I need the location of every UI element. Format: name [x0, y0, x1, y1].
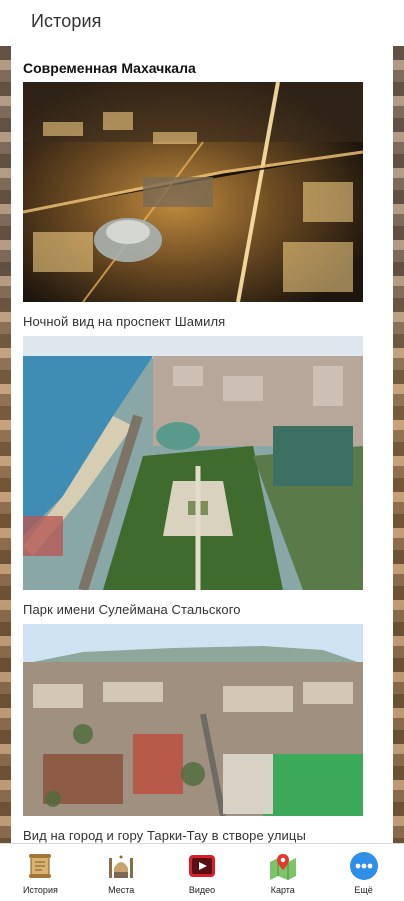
- map-pin-icon: [268, 851, 298, 881]
- nav-label: Ещё: [354, 885, 373, 895]
- content-card[interactable]: Современная Махачкала Ночной вид на прос…: [11, 46, 393, 843]
- photo-caption: Вид на город и гору Тарки-Тау в створе у…: [23, 828, 306, 843]
- bottom-navigation: История Места Видео Карта Ещё: [0, 843, 404, 901]
- nav-label: История: [22, 885, 58, 895]
- photo-caption: Ночной вид на проспект Шамиля: [23, 314, 226, 329]
- nav-item-history[interactable]: История: [0, 844, 81, 901]
- youtube-icon: [187, 851, 217, 881]
- nav-label: Места: [108, 885, 135, 895]
- section-title: Современная Махачкала: [23, 60, 196, 76]
- background-photo-right-edge: [393, 46, 404, 843]
- scroll-icon: [25, 851, 55, 881]
- nav-item-map[interactable]: Карта: [242, 844, 323, 901]
- nav-label: Карта: [270, 885, 295, 895]
- more-dots-icon: [349, 851, 379, 881]
- mosque-icon: [106, 851, 136, 881]
- nav-item-places[interactable]: Места: [81, 844, 162, 901]
- city-mountain-photo[interactable]: [23, 624, 363, 816]
- park-aerial-photo[interactable]: [23, 336, 363, 590]
- app-header: История: [0, 0, 404, 46]
- photo-caption: Парк имени Сулеймана Стальского: [23, 602, 241, 617]
- night-city-photo[interactable]: [23, 82, 363, 302]
- nav-label: Видео: [188, 885, 216, 895]
- page-title: История: [31, 11, 102, 31]
- nav-item-video[interactable]: Видео: [162, 844, 243, 901]
- nav-item-more[interactable]: Ещё: [323, 844, 404, 901]
